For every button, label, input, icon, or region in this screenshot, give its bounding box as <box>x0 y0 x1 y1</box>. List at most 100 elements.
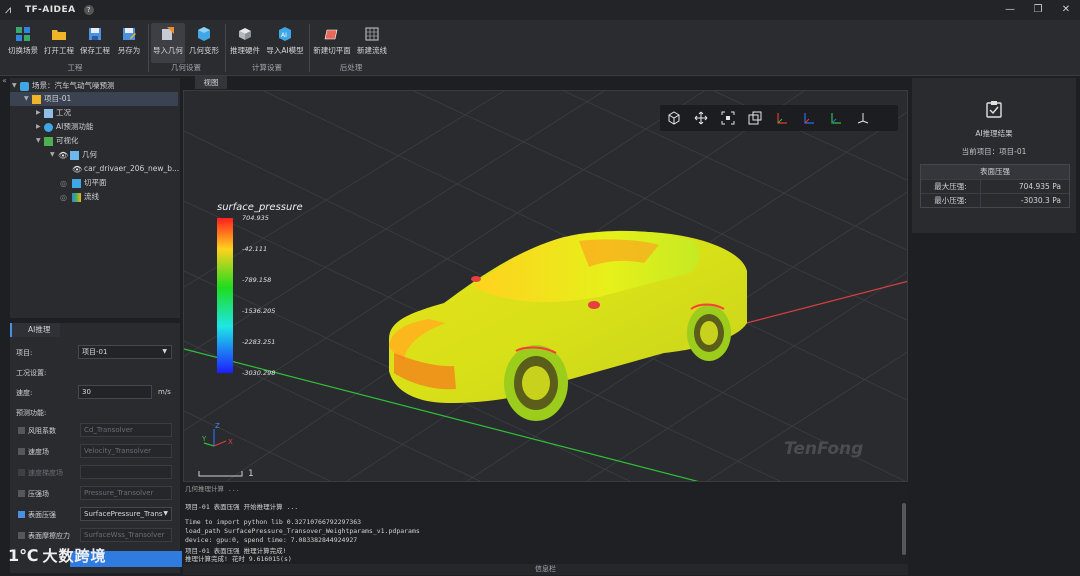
result-table: 表面压强 最大压强: 704.935 Pa 最小压强: -3030.3 Pa <box>920 164 1070 208</box>
tree-item-project[interactable]: ▼ 项目-01 <box>10 92 178 106</box>
geometry-deform-button[interactable]: 几何变形 <box>187 23 221 63</box>
switch-scene-button[interactable]: 切换场景 <box>6 23 40 63</box>
help-icon[interactable]: ? <box>83 5 94 15</box>
function-label: 表面摩擦应力 <box>28 532 70 540</box>
import-ai-model-button[interactable]: AI 导入AI模型 <box>264 23 306 63</box>
pan-icon[interactable] <box>687 105 714 131</box>
save-project-button[interactable]: 保存工程 <box>78 23 112 63</box>
axes-triad: Z X Y <box>201 422 233 447</box>
legend-tick: -42.111 <box>242 245 267 253</box>
fit-view-icon[interactable] <box>714 105 741 131</box>
tree-item-geometry[interactable]: ▼ 👁 几何 <box>50 148 97 162</box>
legend-tick: -1536.205 <box>242 307 275 315</box>
expand-arrow-icon[interactable]: ▶ <box>36 106 44 120</box>
function-label: 速度梯度场 <box>28 469 63 477</box>
model-field[interactable]: Cd_Transolver <box>80 423 172 437</box>
predict-function-label: 预测功能: <box>16 409 47 417</box>
result-title: AI推理结果 <box>975 129 1013 138</box>
checkbox-velocity-field[interactable] <box>18 448 25 455</box>
checkbox-surface-friction[interactable] <box>18 532 25 539</box>
eye-icon[interactable]: 👁 <box>58 151 68 160</box>
log-line: Time to import python lib 0.327107667922… <box>185 518 362 526</box>
brand-watermark: 1℃ 大数跨境 <box>8 545 107 566</box>
expand-arrow-icon[interactable]: ▼ <box>12 79 20 93</box>
hardware-icon <box>239 28 251 40</box>
clipboard-check-icon <box>986 101 1002 118</box>
project-select[interactable]: 项目-01 ▼ <box>78 345 172 359</box>
new-cut-plane-button[interactable]: 新建切平面 <box>312 23 352 63</box>
brand-text: 大数跨境 <box>42 547 107 565</box>
speed-unit: m/s <box>158 388 171 396</box>
project-tree: ▼ 场景：汽车气动气噪预测 ▼ 项目-01 ▶ 工况 ▶ AI预测功能 ▼ 可视… <box>10 78 180 318</box>
streamline-icon <box>72 192 81 202</box>
ribbon-divider <box>225 24 226 72</box>
condition-settings-label: 工况设置: <box>16 369 47 377</box>
collapse-panel-icon[interactable]: « <box>2 76 7 85</box>
folder-icon <box>32 94 41 104</box>
view-cube-icon[interactable] <box>660 105 687 131</box>
minimize-button[interactable]: — <box>996 0 1024 20</box>
3d-viewport[interactable]: surface_pressure 704.935 -42.111 -789.15… <box>183 90 908 482</box>
window-controls: — ❐ ✕ <box>996 0 1080 20</box>
function-label: 速度场 <box>28 448 49 456</box>
log-scrollbar[interactable] <box>902 503 906 555</box>
project-label: 项目: <box>16 349 33 357</box>
app-title: TF-AIDEA <box>25 5 76 15</box>
color-legend-bar <box>217 218 233 373</box>
close-button[interactable]: ✕ <box>1052 0 1080 20</box>
ribbon-toolbar: 切换场景 打开工程 保存工程 另存为 工程 导入几何 几何变形 几何设置 推理硬… <box>0 20 1080 76</box>
expand-arrow-icon[interactable]: ▶ <box>36 120 44 134</box>
chevron-down-icon: ▼ <box>162 348 167 355</box>
status-bar: 信息栏 <box>183 564 908 575</box>
legend-title: surface_pressure <box>217 202 303 213</box>
model-field[interactable]: Velocity_Transolver <box>80 444 172 458</box>
view-top-icon[interactable] <box>822 105 849 131</box>
import-geometry-button[interactable]: 导入几何 <box>151 23 185 63</box>
open-project-button[interactable]: 打开工程 <box>42 23 76 63</box>
speed-input[interactable]: 30 <box>78 385 152 399</box>
expand-arrow-icon[interactable]: ▼ <box>36 134 44 148</box>
view-iso-icon[interactable] <box>849 105 876 131</box>
svg-text:Y: Y <box>201 435 207 443</box>
view-toolbar <box>660 105 898 131</box>
view-front-icon[interactable] <box>768 105 795 131</box>
tree-item-condition[interactable]: ▶ 工况 <box>36 106 71 120</box>
model-field[interactable]: SurfaceWss_Transolver <box>80 528 172 542</box>
tree-item-geometry-file[interactable]: 👁 car_drivaer_206_new_b... <box>72 162 179 176</box>
cube-icon <box>198 27 210 41</box>
log-console[interactable]: 几何推理计算 ... 项目-01 表面压强 开始推理计算 ... Time to… <box>183 485 908 564</box>
model-field <box>80 465 172 479</box>
tab-ai-inference[interactable]: AI推理 <box>10 323 60 337</box>
expand-arrow-icon[interactable]: ▼ <box>50 148 58 162</box>
save-as-button[interactable]: 另存为 <box>114 23 144 63</box>
view-side-icon[interactable] <box>795 105 822 131</box>
zoom-window-icon[interactable] <box>741 105 768 131</box>
inference-hardware-button[interactable]: 推理硬件 <box>228 23 262 63</box>
restore-button[interactable]: ❐ <box>1024 0 1052 20</box>
expand-arrow-icon[interactable]: ▼ <box>24 92 32 106</box>
tree-item-streamline[interactable]: ◎ 流线 <box>60 190 99 204</box>
model-field[interactable]: Pressure_Transolver <box>80 486 172 500</box>
tree-item-scene[interactable]: ▼ 场景：汽车气动气噪预测 <box>12 79 115 93</box>
app-logo-icon: ⩘ <box>5 3 12 16</box>
checkbox-surface-pressure[interactable] <box>18 511 25 518</box>
legend-tick: -2283.251 <box>242 338 275 346</box>
checkbox-drag-coefficient[interactable] <box>18 427 25 434</box>
model-select[interactable]: SurfacePressure_Transo ▼ <box>80 507 172 521</box>
group-label-geometry: 几何设置 <box>171 63 201 72</box>
eye-hidden-icon[interactable]: ◎ <box>60 179 69 188</box>
tab-view[interactable]: 视图 <box>195 76 227 89</box>
new-streamline-button[interactable]: 新建流线 <box>354 23 390 63</box>
tree-item-cut-plane[interactable]: ◎ 切平面 <box>60 176 107 190</box>
cut-plane-icon <box>72 178 81 188</box>
table-header: 表面压强 <box>921 165 1069 179</box>
ai-result-panel: AI推理结果 当前项目：项目-01 表面压强 最大压强: 704.935 Pa … <box>912 78 1076 233</box>
eye-icon[interactable]: 👁 <box>72 165 82 174</box>
eye-hidden-icon[interactable]: ◎ <box>60 193 69 202</box>
cut-plane-icon <box>324 29 338 40</box>
ribbon-divider <box>309 24 310 72</box>
tree-item-visualization[interactable]: ▼ 可视化 <box>36 134 79 148</box>
tree-item-ai-function[interactable]: ▶ AI预测功能 <box>36 120 93 134</box>
legend-tick: -789.158 <box>242 276 271 284</box>
checkbox-pressure-field[interactable] <box>18 490 25 497</box>
